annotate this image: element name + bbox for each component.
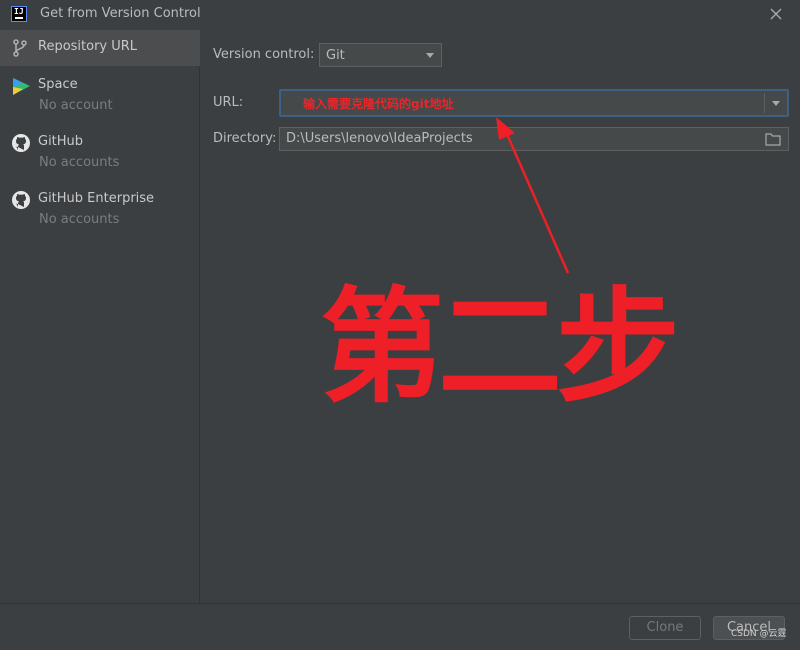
dialog-footer: Clone Cancel — [0, 603, 800, 650]
sidebar-item-sub: No accounts — [39, 155, 120, 170]
version-control-label: Version control: — [213, 47, 315, 62]
annotation-step-text: 第二步 — [320, 276, 680, 420]
version-control-select[interactable]: Git — [319, 43, 442, 67]
sidebar-item-sub: No account — [39, 98, 113, 113]
url-label: URL: — [213, 95, 244, 110]
sidebar-item-github[interactable]: GitHub No accounts — [0, 127, 200, 177]
sidebar-item-space[interactable]: Space No account — [0, 70, 200, 120]
title-bar: IJ Get from Version Control — [0, 0, 800, 30]
intellij-logo-icon: IJ — [11, 6, 27, 22]
url-dropdown-divider — [764, 93, 765, 113]
sidebar-item-repository-url[interactable]: Repository URL — [0, 30, 200, 66]
chevron-down-icon — [426, 53, 434, 58]
chevron-down-icon[interactable] — [772, 101, 780, 106]
folder-icon[interactable] — [765, 132, 781, 146]
sidebar: Repository URL Space No account GitHub N… — [0, 30, 200, 603]
watermark: CSDN @云霆 — [731, 629, 787, 639]
window-title: Get from Version Control — [40, 6, 201, 21]
close-icon[interactable] — [768, 6, 784, 22]
directory-value: D:\Users\lenovo\IdeaProjects — [286, 131, 473, 146]
url-input[interactable]: 输入需要克隆代码的git地址 — [279, 89, 789, 117]
directory-input[interactable]: D:\Users\lenovo\IdeaProjects — [279, 127, 789, 151]
sidebar-item-label: Repository URL — [38, 39, 138, 54]
sidebar-item-label: GitHub Enterprise — [38, 191, 155, 206]
branch-icon — [13, 39, 27, 57]
sidebar-item-sub: No accounts — [39, 212, 120, 227]
sidebar-item-github-enterprise[interactable]: GitHub Enterprise No accounts — [0, 184, 200, 234]
clone-button[interactable]: Clone — [629, 616, 701, 640]
github-icon — [12, 134, 30, 152]
url-annotation-text: 输入需要克隆代码的git地址 — [303, 97, 454, 111]
directory-label: Directory: — [213, 131, 277, 146]
sidebar-item-label: GitHub — [38, 134, 84, 149]
version-control-value: Git — [326, 48, 345, 63]
github-icon — [12, 191, 30, 209]
space-icon — [13, 78, 30, 95]
sidebar-item-label: Space — [38, 77, 78, 92]
